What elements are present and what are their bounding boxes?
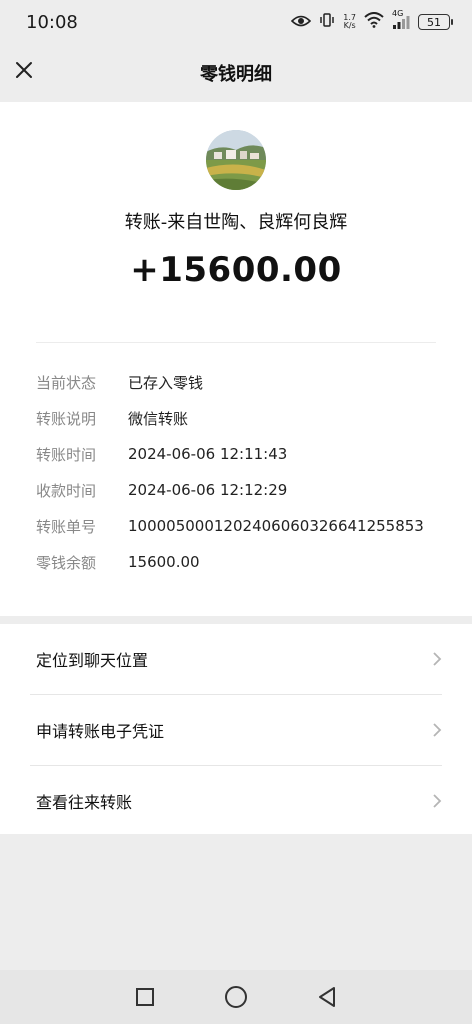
- info-label: 当前状态: [36, 373, 97, 392]
- info-row-status: 当前状态 已存入零钱: [36, 364, 456, 400]
- chevron-right-icon: [433, 794, 442, 808]
- info-row-receive-time: 收款时间 2024-06-06 12:12:29: [36, 472, 456, 508]
- status-icons: 1.7 K/s 4G 51: [291, 9, 453, 32]
- actions-card: 定位到聊天位置 申请转账电子凭证 查看往来转账: [0, 624, 472, 834]
- wifi-icon: [364, 12, 384, 32]
- info-row-note: 转账说明 微信转账: [36, 400, 456, 436]
- action-label: 申请转账电子凭证: [36, 722, 165, 741]
- vibrate-icon: [319, 12, 335, 32]
- chevron-right-icon: [433, 652, 442, 666]
- info-value: 1000050001202406060326641255853: [128, 517, 424, 535]
- info-row-order-number: 转账单号 1000050001202406060326641255853: [36, 508, 456, 544]
- action-label: 定位到聊天位置: [36, 651, 149, 670]
- system-nav-bar: [0, 970, 472, 1024]
- status-bar: 10:08 1.7 K/s 4G 51: [0, 0, 472, 44]
- battery-icon: 51: [418, 14, 453, 30]
- avatar[interactable]: [206, 130, 266, 190]
- transfer-amount: +15600.00: [130, 250, 342, 290]
- locate-chat-button[interactable]: 定位到聊天位置: [0, 624, 472, 694]
- recents-square-icon: [136, 988, 155, 1006]
- info-value: 2024-06-06 12:12:29: [128, 481, 288, 499]
- info-label: 转账说明: [36, 409, 97, 428]
- network-type: 4G: [392, 9, 404, 18]
- info-label: 零钱余额: [36, 553, 97, 572]
- nav-bar: 零钱明细: [0, 44, 472, 102]
- transfer-detail-card: 转账-来自世陶、良辉何良辉 +15600.00 当前状态 已存入零钱 转账说明 …: [0, 102, 472, 616]
- info-label: 转账单号: [36, 517, 97, 536]
- transfer-source: 转账-来自世陶、良辉何良辉: [124, 212, 348, 233]
- eye-icon: [291, 13, 312, 32]
- close-icon: [14, 60, 34, 84]
- view-transfers-button[interactable]: 查看往来转账: [0, 766, 472, 836]
- info-row-balance: 零钱余额 15600.00: [36, 544, 456, 580]
- action-label: 查看往来转账: [36, 793, 133, 812]
- back-triangle-icon: [318, 987, 335, 1007]
- back-button[interactable]: [312, 982, 342, 1012]
- page-title: 零钱明细: [200, 64, 272, 85]
- info-value: 2024-06-06 12:11:43: [128, 445, 288, 463]
- info-label: 转账时间: [36, 445, 97, 464]
- close-button[interactable]: [10, 58, 38, 86]
- info-value: 微信转账: [128, 409, 189, 428]
- info-value: 已存入零钱: [128, 373, 204, 392]
- request-voucher-button[interactable]: 申请转账电子凭证: [0, 695, 472, 765]
- signal-icon: 4G: [392, 9, 410, 29]
- status-time: 10:08: [26, 11, 78, 33]
- info-label: 收款时间: [36, 481, 97, 500]
- network-speed-unit: K/s: [343, 21, 356, 30]
- divider: [36, 342, 436, 343]
- network-speed: 1.7 K/s: [343, 14, 356, 30]
- home-button[interactable]: [221, 982, 251, 1012]
- info-value: 15600.00: [128, 553, 200, 571]
- home-circle-icon: [224, 986, 247, 1008]
- recents-button[interactable]: [130, 982, 160, 1012]
- info-row-transfer-time: 转账时间 2024-06-06 12:11:43: [36, 436, 456, 472]
- chevron-right-icon: [433, 723, 442, 737]
